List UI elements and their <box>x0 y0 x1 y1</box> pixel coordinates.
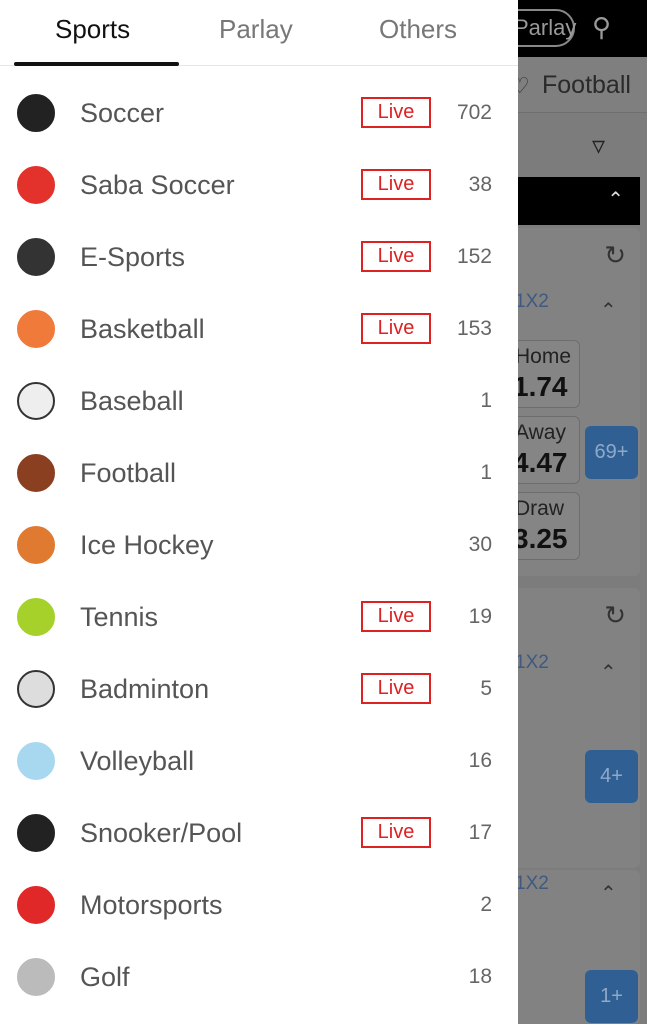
drawer-tabs: Sports Parlay Others <box>0 0 518 66</box>
headset-icon <box>17 238 55 276</box>
sports-drawer: Sports Parlay Others Soccer Live 702 Sab… <box>0 0 518 1024</box>
american-football-icon <box>17 454 55 492</box>
sport-item-snooker-pool[interactable]: Snooker/Pool Live 17 <box>0 797 518 869</box>
event-count: 17 <box>468 821 492 844</box>
sport-item-badminton[interactable]: Badminton Live 5 <box>0 653 518 725</box>
live-badge: Live <box>361 313 431 344</box>
sport-name: Soccer <box>80 98 165 128</box>
sport-name: Badminton <box>80 674 210 704</box>
tab-others[interactable]: Others <box>379 14 457 45</box>
baseball-icon <box>17 382 55 420</box>
live-badge: Live <box>361 241 431 272</box>
market-label: 1X2 <box>515 873 549 894</box>
sport-item-golf[interactable]: Golf 18 <box>0 941 518 1013</box>
shuttlecock-icon <box>17 670 55 708</box>
live-badge: Live <box>361 601 431 632</box>
sport-name: Saba Soccer <box>80 170 235 200</box>
sport-name: Football <box>80 458 177 488</box>
sport-item-saba-soccer[interactable]: Saba Soccer Live 38 <box>0 149 518 221</box>
sport-name: Motorsports <box>80 890 223 920</box>
tennis-ball-icon <box>17 598 55 636</box>
refresh-icon[interactable]: ↻ <box>604 240 626 271</box>
sport-name: Volleyball <box>80 746 195 776</box>
live-badge: Live <box>361 97 431 128</box>
ice-hockey-icon <box>17 526 55 564</box>
active-tab-indicator <box>14 62 179 66</box>
saba-soccer-icon <box>17 166 55 204</box>
event-count: 152 <box>456 245 492 268</box>
chevron-up-icon[interactable]: ⌃ <box>600 881 617 906</box>
sport-item-basketball[interactable]: Basketball Live 153 <box>0 293 518 365</box>
event-count: 30 <box>468 533 492 556</box>
market-label: 1X2 <box>515 652 549 673</box>
eight-ball-icon <box>17 814 55 852</box>
event-count: 1 <box>480 461 492 484</box>
event-count: 1 <box>480 389 492 412</box>
live-badge: Live <box>361 673 431 704</box>
search-icon[interactable]: ⚲ <box>592 12 611 43</box>
event-count: 38 <box>468 173 492 196</box>
market-label: 1X2 <box>515 291 549 312</box>
more-markets-button[interactable]: 69+ <box>585 426 638 479</box>
soccer-ball-icon <box>17 94 55 132</box>
sport-name: Baseball <box>80 386 184 416</box>
sport-name: E-Sports <box>80 242 186 272</box>
more-markets-button[interactable]: 1+ <box>585 970 638 1023</box>
volleyball-icon <box>17 742 55 780</box>
filter-icon[interactable]: ▿ <box>592 130 605 161</box>
chevron-up-icon[interactable]: ⌃ <box>600 660 617 685</box>
sport-name: Golf <box>80 962 130 992</box>
more-markets-button[interactable]: 4+ <box>585 750 638 803</box>
sport-item-e-sports[interactable]: E-Sports Live 152 <box>0 221 518 293</box>
event-count: 153 <box>456 317 492 340</box>
sport-item-motorsports[interactable]: Motorsports 2 <box>0 869 518 941</box>
sport-name: Tennis <box>80 602 159 632</box>
sport-item-soccer[interactable]: Soccer Live 702 <box>0 77 518 149</box>
sport-label: Football <box>542 71 631 99</box>
sport-name: Snooker/Pool <box>80 818 243 848</box>
refresh-icon[interactable]: ↻ <box>604 600 626 631</box>
chevron-up-icon[interactable]: ⌃ <box>607 187 624 212</box>
sport-name: Ice Hockey <box>80 530 214 560</box>
event-count: 2 <box>480 893 492 916</box>
sport-item-volleyball[interactable]: Volleyball 16 <box>0 725 518 797</box>
event-count: 16 <box>468 749 492 772</box>
live-badge: Live <box>361 169 431 200</box>
league-bar[interactable]: ⌃ <box>500 177 640 225</box>
tab-sports[interactable]: Sports <box>55 14 130 45</box>
event-count: 18 <box>468 965 492 988</box>
event-count: 5 <box>480 677 492 700</box>
sport-name: Basketball <box>80 314 205 344</box>
live-badge: Live <box>361 817 431 848</box>
basketball-icon <box>17 310 55 348</box>
event-count: 19 <box>468 605 492 628</box>
match-card: ↻ <box>500 588 640 868</box>
golf-ball-icon <box>17 958 55 996</box>
racing-helmet-icon <box>17 886 55 924</box>
sport-item-tennis[interactable]: Tennis Live 19 <box>0 581 518 653</box>
sport-item-football[interactable]: Football 1 <box>0 437 518 509</box>
event-count: 702 <box>456 101 492 124</box>
sport-item-baseball[interactable]: Baseball 1 <box>0 365 518 437</box>
chevron-up-icon[interactable]: ⌃ <box>600 298 617 323</box>
sport-item-ice-hockey[interactable]: Ice Hockey 30 <box>0 509 518 581</box>
tab-parlay[interactable]: Parlay <box>219 14 293 45</box>
